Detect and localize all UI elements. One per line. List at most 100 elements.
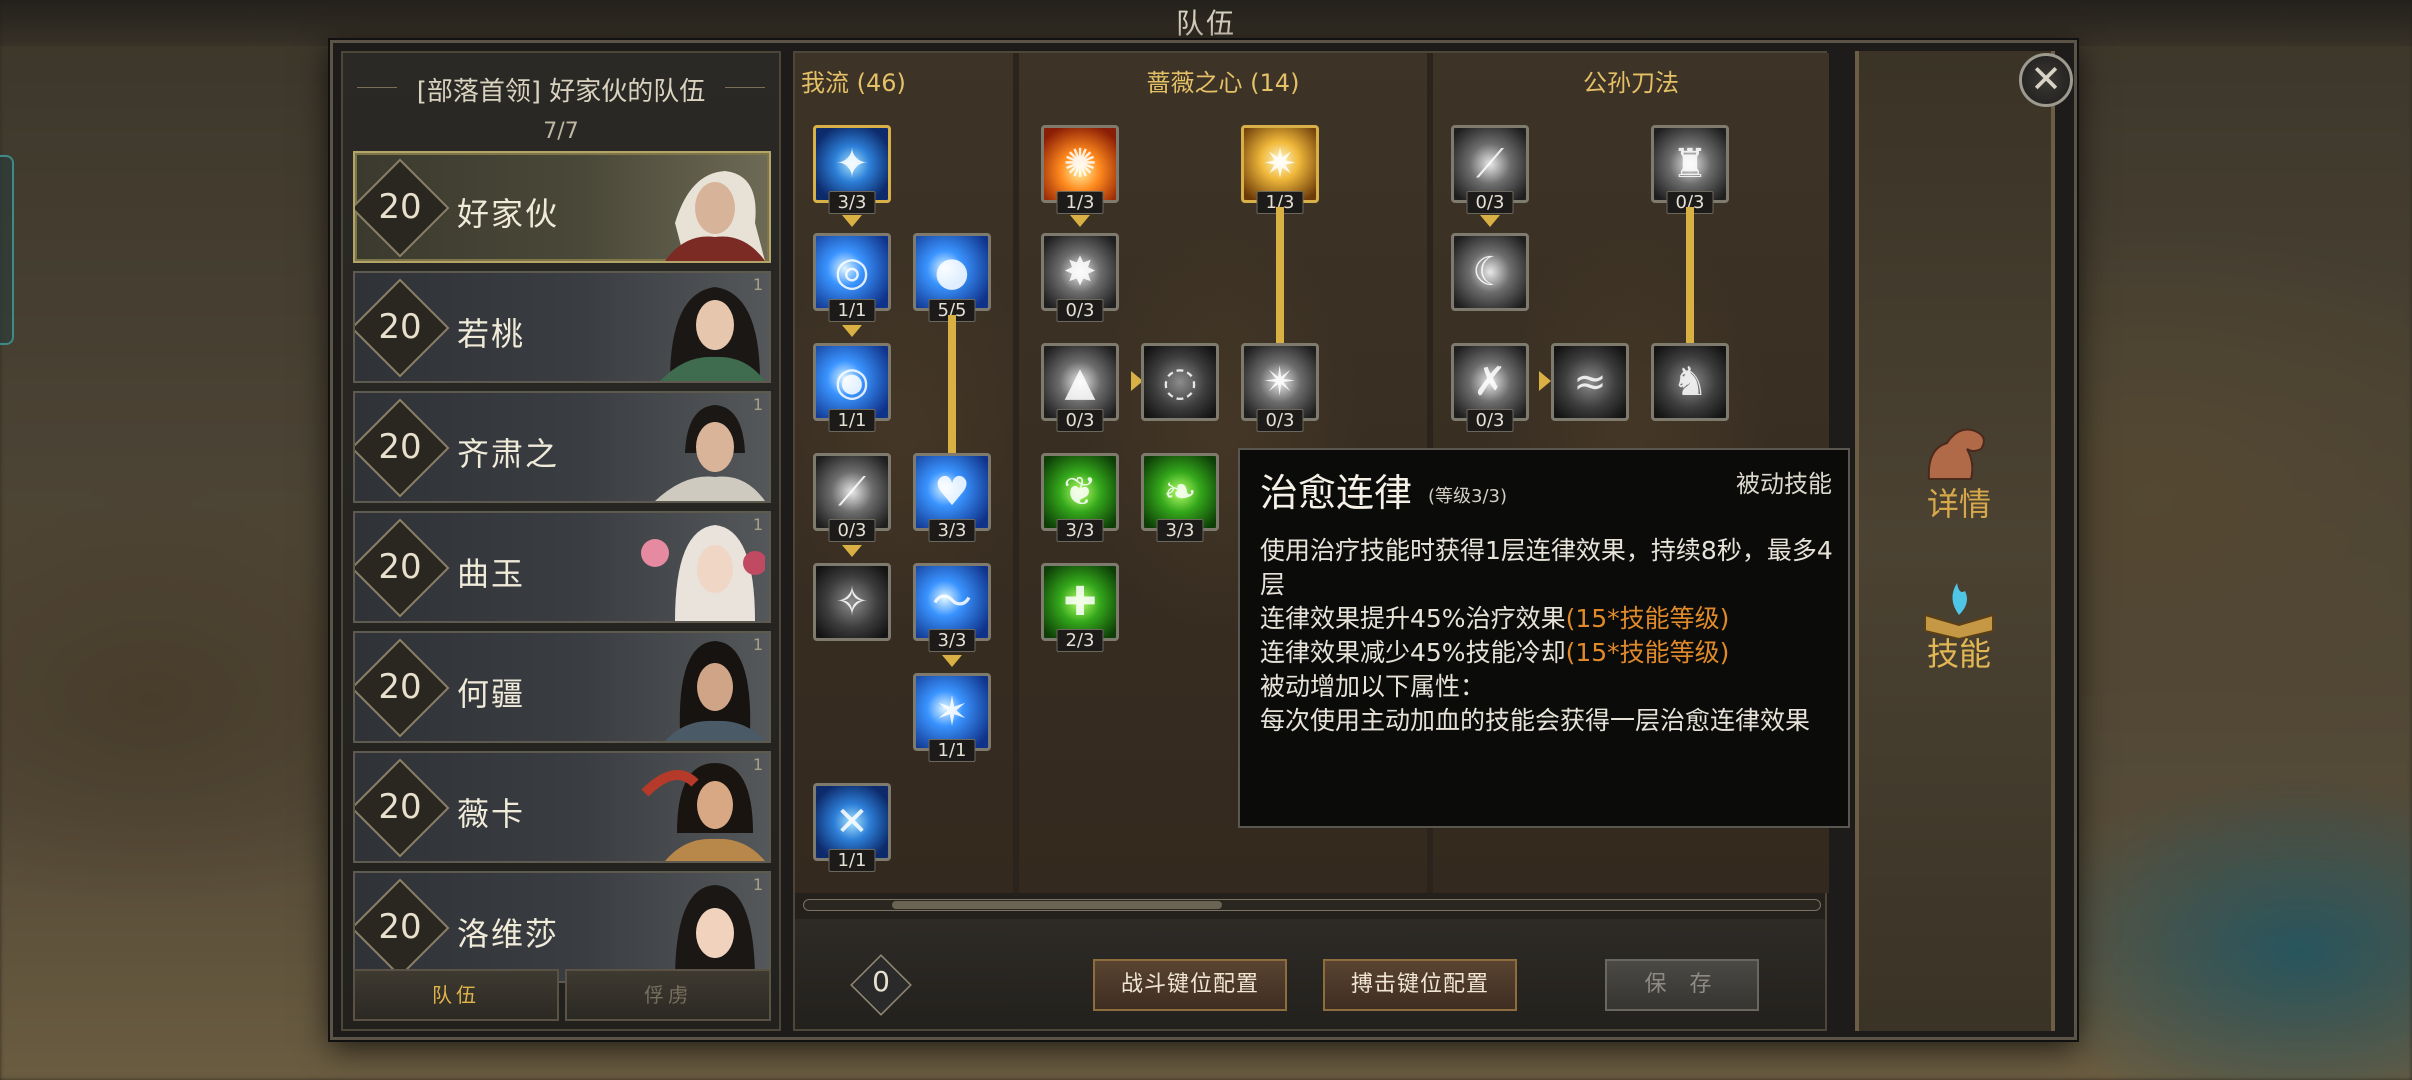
skill-slot[interactable]: ◎ 1/1 bbox=[813, 233, 891, 322]
tree-arrow bbox=[1480, 215, 1500, 227]
close-icon: ✕ bbox=[2030, 57, 2062, 101]
skill-count: 1/1 bbox=[928, 739, 976, 762]
member-level: 20 bbox=[378, 427, 422, 467]
skill-count: 0/3 bbox=[1466, 409, 1514, 432]
warrior-helm-icon: ♜ bbox=[1672, 141, 1708, 187]
team-count: 7/7 bbox=[543, 119, 579, 144]
member-name: 曲玉 bbox=[457, 555, 526, 593]
wave-icon: 〜 bbox=[932, 579, 972, 625]
team-title: [部落首领] 好家伙的队伍 bbox=[343, 71, 779, 108]
skill-slot[interactable]: ✧ bbox=[813, 563, 891, 641]
skill-slot[interactable]: ▲ 0/3 bbox=[1041, 343, 1119, 432]
skill-tree-1: 我流 (46) ✦ 3/3 ◎ 1/1 ● 5/5 ◉ 1/1 ⟋ 0/3 ♥ 3/3 ✧ … bbox=[795, 53, 1019, 893]
holy-light-icon: ✷ bbox=[1263, 141, 1297, 187]
skill-count: 0/3 bbox=[1256, 409, 1304, 432]
skill-scrollbar[interactable] bbox=[803, 899, 1821, 911]
skill-count: 2/3 bbox=[1056, 629, 1104, 652]
member-portrait bbox=[655, 405, 765, 501]
skill-slot[interactable]: ● 5/5 bbox=[913, 233, 991, 322]
details-label: 详情 bbox=[1926, 485, 1991, 523]
member-portrait bbox=[665, 171, 765, 261]
skill-slot[interactable]: ♞ bbox=[1651, 343, 1729, 421]
member-card[interactable]: 20 好家伙 bbox=[353, 151, 771, 263]
green-cross-icon: ✚ bbox=[1063, 579, 1097, 625]
orb-icon: ● bbox=[934, 249, 970, 295]
member-name: 薇卡 bbox=[457, 795, 526, 833]
save-button[interactable]: 保 存 bbox=[1605, 959, 1759, 1011]
skill-slot[interactable]: ♥ 3/3 bbox=[913, 453, 991, 542]
skill-slot[interactable]: ✺ 1/3 bbox=[1041, 125, 1119, 214]
tooltip-line: 被动增加以下属性： bbox=[1260, 672, 1486, 701]
skill-slot[interactable]: ❧ 3/3 bbox=[1141, 453, 1219, 542]
nature-beast-icon: ❧ bbox=[1163, 469, 1197, 515]
beam-icon: ▲ bbox=[1064, 359, 1096, 405]
skill-slot[interactable]: ◌ bbox=[1141, 343, 1219, 421]
skill-slot[interactable]: ✚ 2/3 bbox=[1041, 563, 1119, 652]
member-portrait bbox=[641, 763, 765, 861]
skill-slot[interactable]: ✶ 1/1 bbox=[913, 673, 991, 762]
left-edge-tab[interactable] bbox=[0, 155, 14, 345]
tooltip-highlight: (15*技能等级) bbox=[1565, 604, 1730, 633]
sword-light-icon: ✦ bbox=[835, 141, 869, 187]
skill-slot[interactable]: ≈ bbox=[1551, 343, 1629, 421]
member-portrait bbox=[660, 287, 765, 381]
blade-icon: ⟋ bbox=[1476, 141, 1504, 187]
beast-icon: ♞ bbox=[1672, 359, 1708, 405]
skill-slot[interactable]: ⟋ 0/3 bbox=[1451, 125, 1529, 214]
scroll-thumb[interactable] bbox=[892, 901, 1222, 909]
shadow-icon: ✧ bbox=[835, 579, 869, 625]
member-card[interactable]: 20 何疆 1 bbox=[353, 631, 771, 743]
member-level: 20 bbox=[378, 547, 422, 587]
skill-points: 0 bbox=[872, 965, 890, 998]
skill-slot[interactable]: ♜ 0/3 bbox=[1651, 125, 1729, 214]
tab-team[interactable]: 队伍 bbox=[353, 969, 559, 1021]
close-button[interactable]: ✕ bbox=[2019, 53, 2073, 107]
member-card[interactable]: 20 曲玉 1 bbox=[353, 511, 771, 623]
skill-slot[interactable]: ✗ 0/3 bbox=[1451, 343, 1529, 432]
tree-arrow bbox=[842, 325, 862, 337]
skill-slot[interactable]: ✷ 1/3 bbox=[1241, 125, 1319, 214]
tab-skills[interactable]: 技能 bbox=[1859, 561, 2059, 681]
skill-count: 0/3 bbox=[828, 519, 876, 542]
battle-keys-button[interactable]: 战斗键位配置 bbox=[1093, 959, 1287, 1011]
skill-slot[interactable]: ◉ 1/1 bbox=[813, 343, 891, 432]
cross-slash-icon: ✗ bbox=[1473, 359, 1507, 405]
member-card[interactable]: 20 洛维莎 1 bbox=[353, 871, 771, 983]
skill-slot[interactable]: ⟋ 0/3 bbox=[813, 453, 891, 542]
member-level: 20 bbox=[378, 187, 422, 227]
tooltip-line: 连律效果减少45%技能冷却(15*技能等级) bbox=[1260, 636, 1840, 670]
swirl-icon: ◉ bbox=[834, 359, 870, 405]
skill-slot[interactable]: ✸ 0/3 bbox=[1041, 233, 1119, 322]
skill-count: 0/3 bbox=[1056, 409, 1104, 432]
skill-count: 1/1 bbox=[828, 849, 876, 872]
member-level: 20 bbox=[378, 907, 422, 947]
member-name: 洛维莎 bbox=[457, 915, 560, 953]
skill-slot[interactable]: 〜 3/3 bbox=[913, 563, 991, 652]
skill-slot[interactable]: ✴ 0/3 bbox=[1241, 343, 1319, 432]
tooltip-body: 使用治疗技能时获得1层连律效果，持续8秒，最多4层 连律效果提升45%治疗效果(… bbox=[1260, 534, 1840, 738]
member-card[interactable]: 20 薇卡 1 bbox=[353, 751, 771, 863]
member-level: 20 bbox=[378, 667, 422, 707]
skill-count: 0/3 bbox=[1056, 299, 1104, 322]
leaf-icon: ❦ bbox=[1063, 469, 1097, 515]
tree-arrow bbox=[1070, 215, 1090, 227]
tab-captives[interactable]: 俘虏 bbox=[565, 969, 771, 1021]
skill-slot[interactable]: ✦ 3/3 bbox=[813, 125, 891, 214]
skill-slot[interactable]: ❦ 3/3 bbox=[1041, 453, 1119, 542]
nova-icon: ✴ bbox=[1263, 359, 1297, 405]
skill-slot[interactable]: ✕ 1/1 bbox=[813, 783, 891, 872]
tab-details[interactable]: 详情 bbox=[1859, 411, 2059, 531]
member-name: 若桃 bbox=[457, 315, 526, 353]
smoke-icon: ≈ bbox=[1573, 359, 1607, 405]
member-card[interactable]: 20 齐肃之 1 bbox=[353, 391, 771, 503]
tooltip-level: (等级3/3) bbox=[1428, 486, 1508, 507]
tooltip-line: 连律效果提升45%治疗效果(15*技能等级) bbox=[1260, 602, 1840, 636]
skill-tooltip: 治愈连律 (等级3/3) 被动技能 使用治疗技能时获得1层连律效果，持续8秒，最… bbox=[1238, 448, 1850, 828]
skill-slot[interactable]: ☾ bbox=[1451, 233, 1529, 311]
grapple-keys-button[interactable]: 搏击键位配置 bbox=[1323, 959, 1517, 1011]
member-card[interactable]: 20 若桃 1 bbox=[353, 271, 771, 383]
member-portrait bbox=[675, 885, 755, 981]
crossed-swords-icon: ✕ bbox=[835, 799, 869, 845]
member-level: 20 bbox=[378, 787, 422, 827]
skill-count: 3/3 bbox=[928, 519, 976, 542]
